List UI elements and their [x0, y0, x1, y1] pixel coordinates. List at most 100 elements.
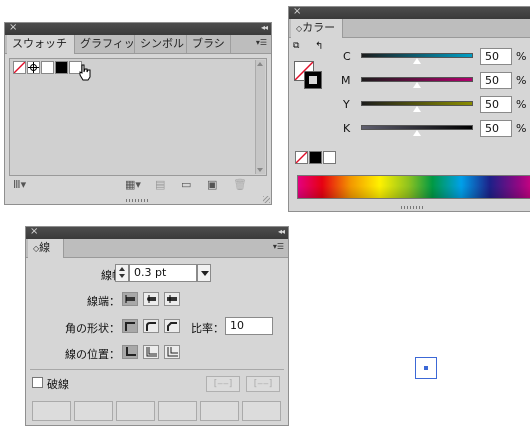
- quick-swatch-none[interactable]: [295, 151, 308, 164]
- step-up-icon[interactable]: [119, 267, 125, 271]
- dash-cell[interactable]: [116, 401, 155, 421]
- weight-input[interactable]: 0.3 pt: [129, 264, 197, 282]
- channel-label: C: [343, 50, 351, 63]
- projecting-cap-button[interactable]: [164, 292, 180, 306]
- tab-symbols[interactable]: シンボル: [135, 35, 187, 53]
- swatch-kind-icon[interactable]: ▦▾: [125, 179, 141, 191]
- projecting-cap-icon: [167, 295, 177, 303]
- tab-color-label: カラー: [302, 21, 336, 34]
- libraries-icon[interactable]: Ⅲ▾: [13, 179, 26, 191]
- hand-cursor-icon: [79, 64, 91, 81]
- k-slider-thumb[interactable]: [413, 130, 421, 136]
- selected-point[interactable]: [415, 357, 437, 379]
- swatch-list: [9, 58, 267, 176]
- panel-menu-icon[interactable]: ▾☰: [273, 242, 284, 251]
- channel-row-c: C 50 %: [289, 47, 530, 69]
- align-center-icon: [126, 347, 136, 356]
- delete-swatch-icon[interactable]: 🗑: [233, 179, 247, 191]
- bevel-join-button[interactable]: [164, 319, 180, 333]
- weight-stepper[interactable]: [115, 264, 129, 282]
- scrollbar[interactable]: [255, 60, 265, 174]
- registration-icon: [28, 62, 39, 73]
- tab-bar: ◇線 ▾☰: [26, 239, 288, 258]
- corner-label: 角の形状：: [65, 322, 120, 335]
- scroll-up-icon[interactable]: [257, 62, 263, 66]
- butt-cap-button[interactable]: [122, 292, 138, 306]
- miter-join-button[interactable]: [122, 319, 138, 333]
- corner-resize-icon[interactable]: [263, 196, 270, 203]
- swatch-row: [13, 61, 103, 81]
- weight-dropdown[interactable]: [197, 264, 211, 282]
- center-point-icon: [424, 366, 428, 370]
- swatches-footer: Ⅲ▾ ▦▾ ▤ ▭ ▣ 🗑: [5, 179, 273, 193]
- cmyk-sliders: C 50 % M 50 % Y 50 % K 50 %: [289, 47, 530, 147]
- quick-swatch-white[interactable]: [323, 151, 336, 164]
- tab-graphic-styles[interactable]: グラフィッ: [75, 35, 135, 53]
- stroke-panel: × ◂◂ ◇線 ▾☰ 線幅： 0.3 pt 線端： 角の形状： 比率： 10 線…: [25, 226, 289, 426]
- swatch-registration[interactable]: [27, 61, 40, 74]
- channel-row-y: Y 50 %: [289, 95, 530, 117]
- color-spectrum[interactable]: [297, 175, 530, 199]
- c-slider-thumb[interactable]: [413, 58, 421, 64]
- dash-cell[interactable]: [200, 401, 239, 421]
- channel-label: K: [343, 122, 351, 135]
- y-slider-thumb[interactable]: [413, 106, 421, 112]
- quick-swatch-black[interactable]: [309, 151, 322, 164]
- m-value-input[interactable]: 50: [480, 72, 512, 89]
- miter-limit-input[interactable]: 10: [225, 317, 273, 335]
- round-cap-button[interactable]: [143, 292, 159, 306]
- align-outside-button[interactable]: [164, 345, 180, 359]
- gap-cell[interactable]: [158, 401, 197, 421]
- align-center-button[interactable]: [122, 345, 138, 359]
- tab-color[interactable]: ◇カラー: [291, 19, 343, 38]
- panel-titlebar[interactable]: × ◂◂: [5, 22, 271, 35]
- collapse-icon[interactable]: ◂◂: [261, 22, 268, 34]
- close-icon[interactable]: ×: [293, 6, 301, 18]
- new-color-group-icon[interactable]: ▭: [181, 179, 191, 191]
- scroll-down-icon[interactable]: [257, 168, 263, 172]
- round-join-icon: [146, 322, 156, 331]
- swatch-none[interactable]: [13, 61, 26, 74]
- dash-align-button[interactable]: [‒‒]: [246, 376, 280, 392]
- y-value-input[interactable]: 50: [480, 96, 512, 113]
- panel-menu-icon[interactable]: ▾☰: [256, 38, 267, 47]
- align-label: 線の位置：: [65, 348, 120, 361]
- butt-cap-icon: [125, 295, 135, 303]
- gap-cell[interactable]: [242, 401, 281, 421]
- channel-label: Y: [343, 98, 350, 111]
- swatch-options-icon[interactable]: ▤: [155, 179, 165, 191]
- tab-stroke[interactable]: ◇線: [28, 239, 64, 258]
- collapse-icon[interactable]: ◂◂: [278, 226, 285, 238]
- swatch-black[interactable]: [55, 61, 68, 74]
- resize-grip[interactable]: [126, 199, 150, 202]
- align-outside-icon: [167, 347, 178, 357]
- color-panel: × ◇カラー ⧉ ↰ C 50 % M 50 % Y 50 % K 50 %: [288, 6, 530, 212]
- round-join-button[interactable]: [143, 319, 159, 333]
- panel-titlebar[interactable]: ×: [289, 6, 530, 19]
- panel-titlebar[interactable]: × ◂◂: [26, 226, 288, 239]
- gap-cell[interactable]: [74, 401, 113, 421]
- tab-swatches[interactable]: スウォッチ: [7, 35, 75, 54]
- close-icon[interactable]: ×: [9, 22, 17, 34]
- tab-bar: スウォッチ グラフィッ シンボル ブラシ ▾☰: [5, 35, 271, 54]
- cap-label: 線端：: [87, 295, 120, 308]
- resize-grip[interactable]: [401, 206, 425, 209]
- miter-join-icon: [125, 322, 135, 331]
- close-icon[interactable]: ×: [30, 226, 38, 238]
- percent-unit: %: [516, 74, 527, 87]
- chevron-down-icon: [201, 271, 209, 276]
- dashed-checkbox[interactable]: [32, 377, 43, 388]
- step-down-icon[interactable]: [119, 274, 125, 278]
- new-swatch-icon[interactable]: ▣: [207, 179, 217, 191]
- dash-cell[interactable]: [32, 401, 71, 421]
- limit-label: 比率：: [191, 322, 224, 335]
- m-slider-thumb[interactable]: [413, 82, 421, 88]
- swatch-white[interactable]: [41, 61, 54, 74]
- dash-preserve-button[interactable]: [‒‒]: [206, 376, 240, 392]
- quick-swatches: [295, 151, 337, 164]
- c-value-input[interactable]: 50: [480, 48, 512, 65]
- k-value-input[interactable]: 50: [480, 120, 512, 137]
- none-slash-icon: [14, 62, 25, 73]
- align-inside-button[interactable]: [143, 345, 159, 359]
- tab-brushes[interactable]: ブラシ: [187, 35, 231, 53]
